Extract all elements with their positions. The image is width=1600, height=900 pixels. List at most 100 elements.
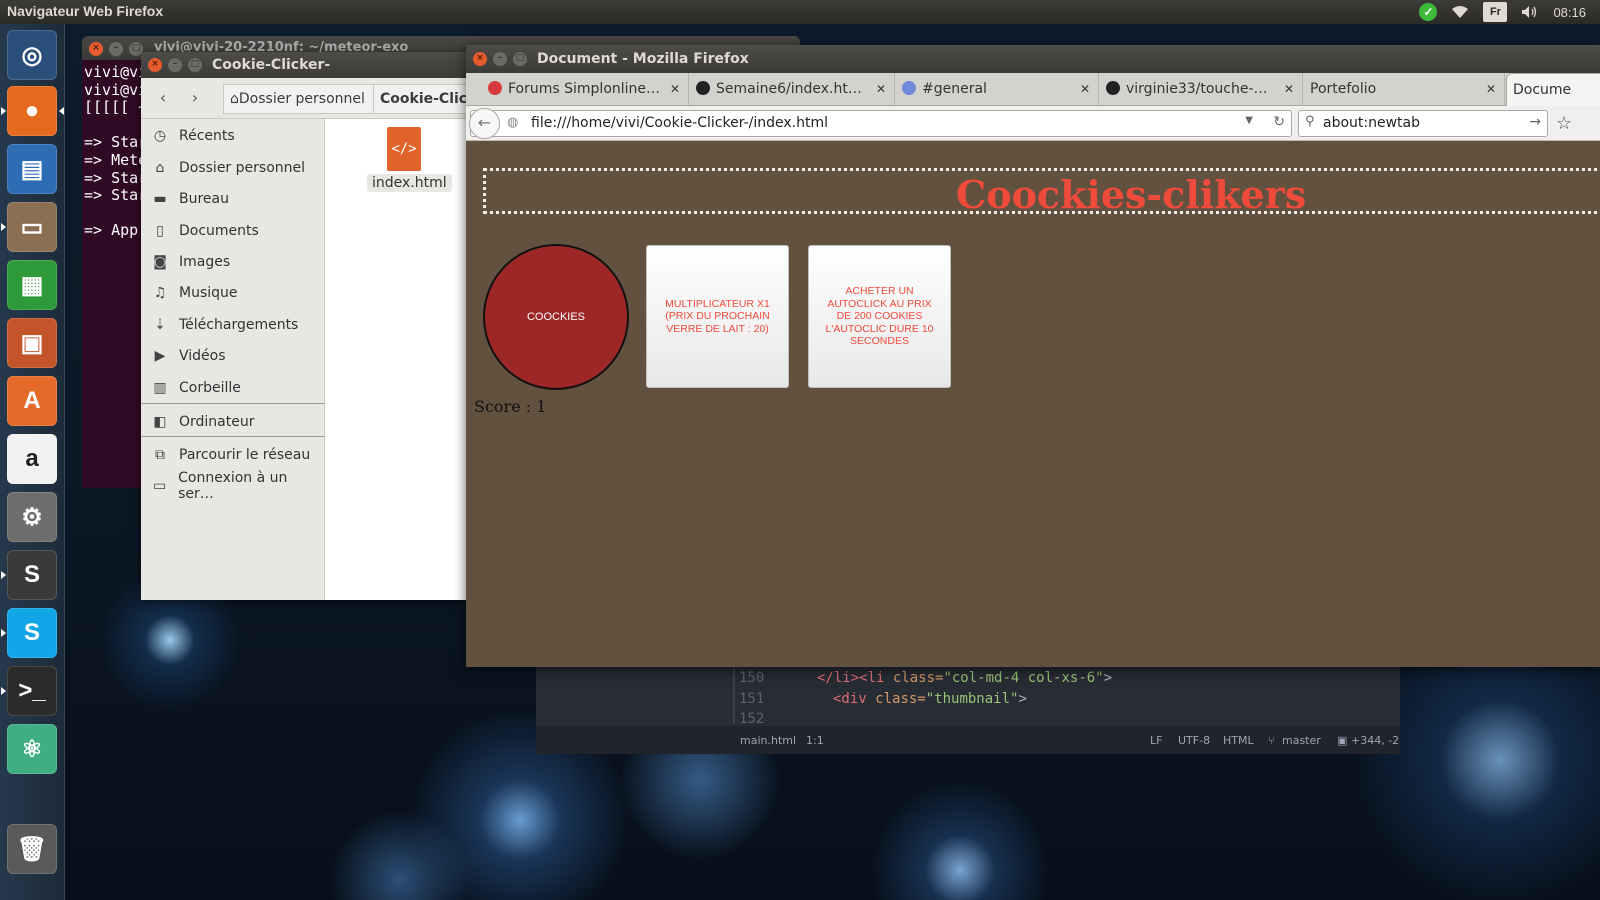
firefox-titlebar[interactable]: × – □ Document - Mozilla Firefox: [466, 45, 1600, 73]
tab-close-icon[interactable]: ✕: [1080, 73, 1090, 105]
tab-close-icon[interactable]: ✕: [670, 73, 680, 105]
site-identity-icon[interactable]: ◍: [507, 115, 518, 130]
running-indicator: [1, 629, 6, 637]
file-manager-titlebar[interactable]: × – □ Cookie-Clicker-: [141, 52, 471, 78]
back-button[interactable]: ←: [469, 108, 500, 139]
firefox-window[interactable]: × – □ Document - Mozilla Firefox Forums …: [466, 45, 1600, 667]
launcher-terminal[interactable]: >_: [1, 666, 57, 716]
launcher-amazon[interactable]: a: [7, 434, 57, 484]
update-check-icon[interactable]: ✓: [1419, 3, 1438, 21]
diff-icon: ▣: [1337, 734, 1348, 747]
tab-close-icon[interactable]: ✕: [1284, 73, 1294, 105]
file-manager-window[interactable]: × – □ Cookie-Clicker- ‹ › ⌂Dossier perso…: [141, 52, 471, 600]
search-text[interactable]: about:newtab: [1323, 115, 1420, 131]
editor-gutter: [733, 666, 735, 724]
editor-line[interactable]: 150 </li><li class="col-md-4 col-xs-6">: [739, 670, 1112, 686]
status-grammar[interactable]: HTML: [1223, 734, 1254, 747]
status-diff[interactable]: +344, -2: [1351, 734, 1399, 747]
breadcrumb-current[interactable]: Cookie-Clicker-: [373, 84, 471, 114]
sidebar-item-musique[interactable]: ♫ Musique: [141, 278, 324, 308]
multiplier-button[interactable]: MULTIPLICATEUR X1 (PRIX DU PROCHAIN VERR…: [646, 245, 789, 388]
html-file-icon[interactable]: </>: [387, 127, 421, 171]
launcher-system-settings[interactable]: ⚙: [7, 492, 57, 542]
status-branch[interactable]: master: [1282, 734, 1321, 747]
sidebar-item-téléchargements[interactable]: ⇣ Téléchargements: [141, 310, 324, 340]
editor-line[interactable]: 151 <div class="thumbnail">: [739, 691, 1027, 707]
file-manager-content: </> index.html: [325, 119, 471, 600]
files-maximize-button[interactable]: □: [187, 57, 203, 73]
search-icon: ⚲: [1305, 114, 1315, 129]
launcher-ubuntu-dash[interactable]: ◎: [7, 30, 57, 80]
code-editor-window[interactable]: 150 </li><li class="col-md-4 col-xs-6"> 1…: [536, 666, 1400, 754]
sidebar-item-documents[interactable]: ▯ Documents: [141, 216, 324, 246]
sidebar-item-dossier-personnel[interactable]: ⌂ Dossier personnel: [141, 153, 324, 183]
back-icon[interactable]: ‹: [149, 84, 177, 112]
tab-close-icon[interactable]: ✕: [876, 73, 886, 105]
url-history-dropdown-icon[interactable]: ▼: [1245, 115, 1253, 126]
editor-line[interactable]: 152: [739, 711, 781, 727]
system-settings-icon: ⚙: [21, 503, 43, 531]
autoclick-button[interactable]: ACHETER UN AUTOCLICK AU PRIX DE 200 COOK…: [808, 245, 951, 388]
libreoffice-writer-icon: ▤: [20, 155, 44, 183]
sidebar-item-parcourir-le-réseau[interactable]: ⧉ Parcourir le réseau: [141, 440, 324, 470]
terminal-close-button[interactable]: ×: [88, 41, 104, 57]
running-indicator: [1, 107, 6, 115]
launcher-software-center[interactable]: A: [7, 376, 57, 426]
terminal-minimize-button[interactable]: –: [108, 41, 124, 57]
bookmark-star-icon[interactable]: ☆: [1556, 113, 1572, 134]
sidebar-item-images[interactable]: ◙ Images: [141, 247, 324, 277]
browser-tab[interactable]: Forums Simplonline… ✕: [482, 73, 689, 105]
sidebar-item-label: Téléchargements: [179, 317, 299, 333]
discord-icon: [902, 81, 916, 95]
launcher-skype[interactable]: S: [1, 608, 57, 658]
firefox-close-button[interactable]: ×: [472, 51, 488, 67]
forward-icon[interactable]: ›: [181, 84, 209, 112]
sidebar-item-label: Ordinateur: [179, 414, 255, 430]
status-cursor[interactable]: 1:1: [806, 734, 824, 747]
launcher-trash[interactable]: 🗑: [7, 824, 57, 874]
sidebar-item-connexion-à-un-ser[interactable]: ▭ Connexion à un ser…: [141, 470, 324, 502]
cookie-button[interactable]: COOCKIES: [483, 244, 629, 390]
launcher-sublime-text[interactable]: S: [1, 550, 57, 600]
status-line-ending[interactable]: LF: [1150, 734, 1162, 747]
keyboard-layout-indicator[interactable]: Fr: [1483, 2, 1508, 22]
browser-tab[interactable]: virginie33/touche-p… ✕: [1100, 73, 1303, 105]
browser-tab[interactable]: #general ✕: [896, 73, 1099, 105]
file-name[interactable]: index.html: [367, 174, 452, 192]
status-file[interactable]: main.html: [740, 734, 796, 747]
sidebar-item-vidéos[interactable]: ▶ Vidéos: [141, 341, 324, 371]
breadcrumb-home[interactable]: ⌂Dossier personnel: [223, 84, 377, 114]
sidebar-item-corbeille[interactable]: ▥ Corbeille: [141, 373, 324, 403]
firefox-maximize-button[interactable]: □: [512, 51, 528, 67]
sidebar-item-ordinateur[interactable]: ◧ Ordinateur: [141, 407, 324, 437]
browser-tab[interactable]: Portefolio ✕: [1304, 73, 1505, 105]
launcher-files[interactable]: ▭: [1, 202, 57, 252]
reload-icon[interactable]: ↻: [1273, 114, 1285, 130]
sidebar-item-label: Parcourir le réseau: [179, 447, 311, 463]
volume-icon[interactable]: [1521, 3, 1539, 21]
firefox-minimize-button[interactable]: –: [492, 51, 508, 67]
sidebar-item-récents[interactable]: ◷ Récents: [141, 121, 324, 151]
launcher-libreoffice-calc[interactable]: ▦: [7, 260, 57, 310]
launcher-firefox[interactable]: ●: [1, 86, 64, 136]
file-manager-title: Cookie-Clicker-: [212, 57, 331, 73]
url-text[interactable]: file:///home/vivi/Cookie-Clicker-/index.…: [531, 115, 828, 131]
browser-tab[interactable]: Semaine6/index.ht… ✕: [690, 73, 895, 105]
files-minimize-button[interactable]: –: [167, 57, 183, 73]
search-bar[interactable]: ⚲ about:newtab →: [1298, 110, 1548, 137]
clock[interactable]: 08:16: [1553, 5, 1586, 20]
launcher-libreoffice-writer[interactable]: ▤: [7, 144, 57, 194]
launcher-atom[interactable]: ⚛: [7, 724, 57, 774]
sidebar-item-label: Musique: [179, 285, 238, 301]
browser-tab[interactable]: Docume: [1506, 73, 1600, 106]
files-close-button[interactable]: ×: [147, 57, 163, 73]
search-go-icon[interactable]: →: [1529, 114, 1541, 130]
sidebar-item-bureau[interactable]: ▬ Bureau: [141, 184, 324, 214]
url-bar[interactable]: ← ◍ file:///home/vivi/Cookie-Clicker-/in…: [469, 108, 1292, 139]
wifi-icon[interactable]: [1451, 3, 1469, 21]
unity-launcher: ◎ ● ▤ ▭ ▦ ▣ Aa ⚙ S S >_ ⚛ 🗑: [0, 24, 65, 900]
launcher-libreoffice-impress[interactable]: ▣: [7, 318, 57, 368]
folder-icon: ▬: [153, 191, 167, 207]
tab-close-icon[interactable]: ✕: [1486, 73, 1496, 105]
status-encoding[interactable]: UTF-8: [1178, 734, 1210, 747]
